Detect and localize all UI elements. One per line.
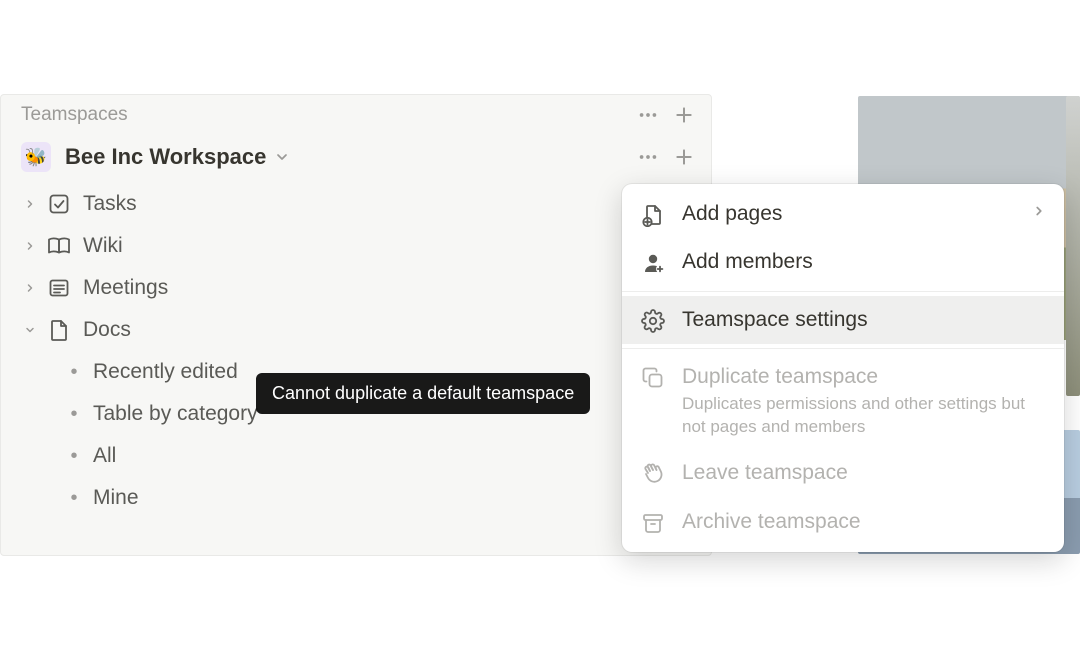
chevron-right-icon [1032, 204, 1046, 218]
gear-icon [640, 308, 666, 334]
book-icon [45, 234, 73, 258]
list-icon [45, 276, 73, 300]
tooltip-text: Cannot duplicate a default teamspace [272, 383, 574, 403]
teamspaces-section-label: Teamspaces [21, 104, 128, 126]
menu-item-leave-teamspace: Leave teamspace [622, 449, 1064, 497]
wave-icon [640, 461, 666, 487]
page-tree: Tasks Wiki Meetings [1, 179, 711, 519]
chevron-right-icon [24, 240, 36, 252]
expand-toggle[interactable] [21, 198, 39, 210]
plus-icon [674, 105, 694, 125]
sidebar-item-label: Mine [93, 486, 139, 510]
sidebar-item-meetings[interactable]: Meetings [1, 267, 711, 309]
workspace-chevron[interactable] [274, 149, 290, 165]
teamspace-context-menu: Add pages Add members Teamspace settings… [622, 184, 1064, 552]
menu-item-duplicate-teamspace: Duplicate teamspace Duplicates permissio… [622, 353, 1064, 449]
workspace-add-button[interactable] [669, 142, 699, 172]
workspace-icon: 🐝 [21, 142, 51, 172]
sidebar-item-label: Wiki [83, 234, 123, 258]
sidebar-item-label: Table by category [93, 402, 258, 426]
menu-item-label: Teamspace settings [682, 306, 1046, 334]
chevron-right-icon [24, 282, 36, 294]
expand-toggle[interactable] [21, 282, 39, 294]
workspace-name[interactable]: Bee Inc Workspace [65, 144, 266, 170]
sidebar-item-label: Meetings [83, 276, 168, 300]
sidebar-item-docs[interactable]: Docs [1, 309, 711, 351]
sidebar-panel: Teamspaces 🐝 Bee Inc Workspace [0, 94, 712, 556]
menu-item-label: Archive teamspace [682, 508, 1046, 536]
menu-item-add-pages[interactable]: Add pages [622, 190, 1064, 238]
sidebar-subitem-mine[interactable]: • Mine [49, 477, 711, 519]
add-page-icon [640, 202, 666, 228]
menu-item-sublabel: Duplicates permissions and other setting… [682, 393, 1046, 439]
archive-icon [640, 510, 666, 536]
sidebar-item-label: All [93, 444, 116, 468]
ellipsis-icon [637, 104, 659, 126]
chevron-down-icon [24, 324, 36, 336]
menu-item-label: Leave teamspace [682, 459, 1046, 487]
sidebar-item-label: Docs [83, 318, 131, 342]
sidebar-item-wiki[interactable]: Wiki [1, 225, 711, 267]
menu-separator [622, 291, 1064, 292]
page-icon [45, 318, 73, 342]
add-person-icon [640, 250, 666, 276]
ellipsis-icon [637, 146, 659, 168]
menu-item-label: Add members [682, 248, 1046, 276]
sidebar-item-label: Tasks [83, 192, 137, 216]
expand-toggle[interactable] [21, 324, 39, 336]
sidebar-item-tasks[interactable]: Tasks [1, 183, 711, 225]
gallery-thumbnail [1066, 96, 1080, 396]
tooltip: Cannot duplicate a default teamspace [256, 373, 590, 414]
workspace-more-button[interactable] [633, 142, 663, 172]
menu-item-label: Duplicate teamspace [682, 363, 1046, 391]
bullet-icon: • [69, 446, 79, 466]
teamspaces-more-button[interactable] [633, 100, 663, 130]
sidebar-item-label: Recently edited [93, 360, 238, 384]
bullet-icon: • [69, 488, 79, 508]
expand-toggle[interactable] [21, 240, 39, 252]
menu-item-archive-teamspace: Archive teamspace [622, 498, 1064, 546]
menu-item-teamspace-settings[interactable]: Teamspace settings [622, 296, 1064, 344]
chevron-down-icon [274, 149, 290, 165]
menu-item-add-members[interactable]: Add members [622, 238, 1064, 286]
teamspaces-add-button[interactable] [669, 100, 699, 130]
plus-icon [674, 147, 694, 167]
menu-item-label: Add pages [682, 200, 1016, 228]
duplicate-icon [640, 365, 666, 391]
chevron-right-icon [24, 198, 36, 210]
sidebar-subitem-all[interactable]: • All [49, 435, 711, 477]
bullet-icon: • [69, 404, 79, 424]
menu-separator [622, 348, 1064, 349]
checkbox-icon [45, 192, 73, 216]
bullet-icon: • [69, 362, 79, 382]
